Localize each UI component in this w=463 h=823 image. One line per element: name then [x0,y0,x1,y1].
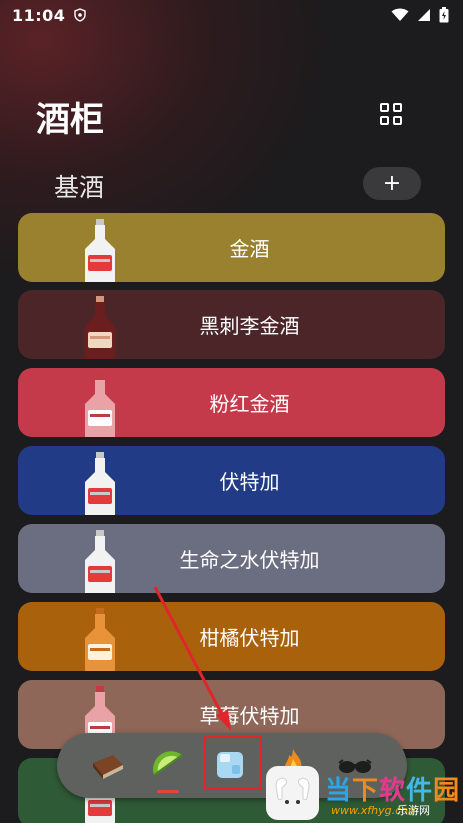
annotation-highlight-box [204,736,262,790]
battery-icon [439,7,449,23]
list-item-label: 粉红金酒 [209,392,290,416]
list-item-label: 黑刺李金酒 [199,314,300,338]
list-item-label: 柑橘伏特加 [199,626,300,650]
signal-icon [418,9,430,21]
list-item[interactable]: 金酒 [18,213,445,282]
watermark-char: 当 [325,776,353,806]
watermark-tag: 乐游网 [397,804,430,817]
watermark-text: 当下软件园 [325,770,463,807]
list-item-label: 生命之水伏特加 [179,548,320,572]
list-item[interactable]: 柑橘伏特加 [18,602,445,671]
page-title: 酒柜 [36,100,104,140]
status-icons [391,7,449,23]
add-button[interactable]: + [363,167,421,200]
list-item-label: 伏特加 [219,470,280,494]
lime-icon[interactable] [146,743,190,787]
watermark-char: 下 [352,776,380,806]
list-item[interactable]: 生命之水伏特加 [18,524,445,593]
list-item-label: 金酒 [229,237,270,261]
list-item[interactable]: 伏特加 [18,446,445,515]
grid-view-icon[interactable] [380,103,404,127]
watermark-char: 园 [433,776,461,806]
status-time: 11:04 [12,5,66,25]
earbuds-icon [275,777,310,804]
watermark: 当下软件园 www.xfhyg.com 乐游网 [325,770,463,823]
list-item[interactable]: 粉红金酒 [18,368,445,437]
floating-app-icon[interactable] [266,766,319,820]
section-title: 基酒 [54,173,105,202]
tab-selected-indicator [157,790,179,793]
status-bar: 11:04 [0,0,463,30]
list-item[interactable]: 黑刺李金酒 [18,290,445,359]
book-icon[interactable] [85,743,129,787]
wifi-icon [391,8,409,21]
shield-icon [74,8,87,22]
